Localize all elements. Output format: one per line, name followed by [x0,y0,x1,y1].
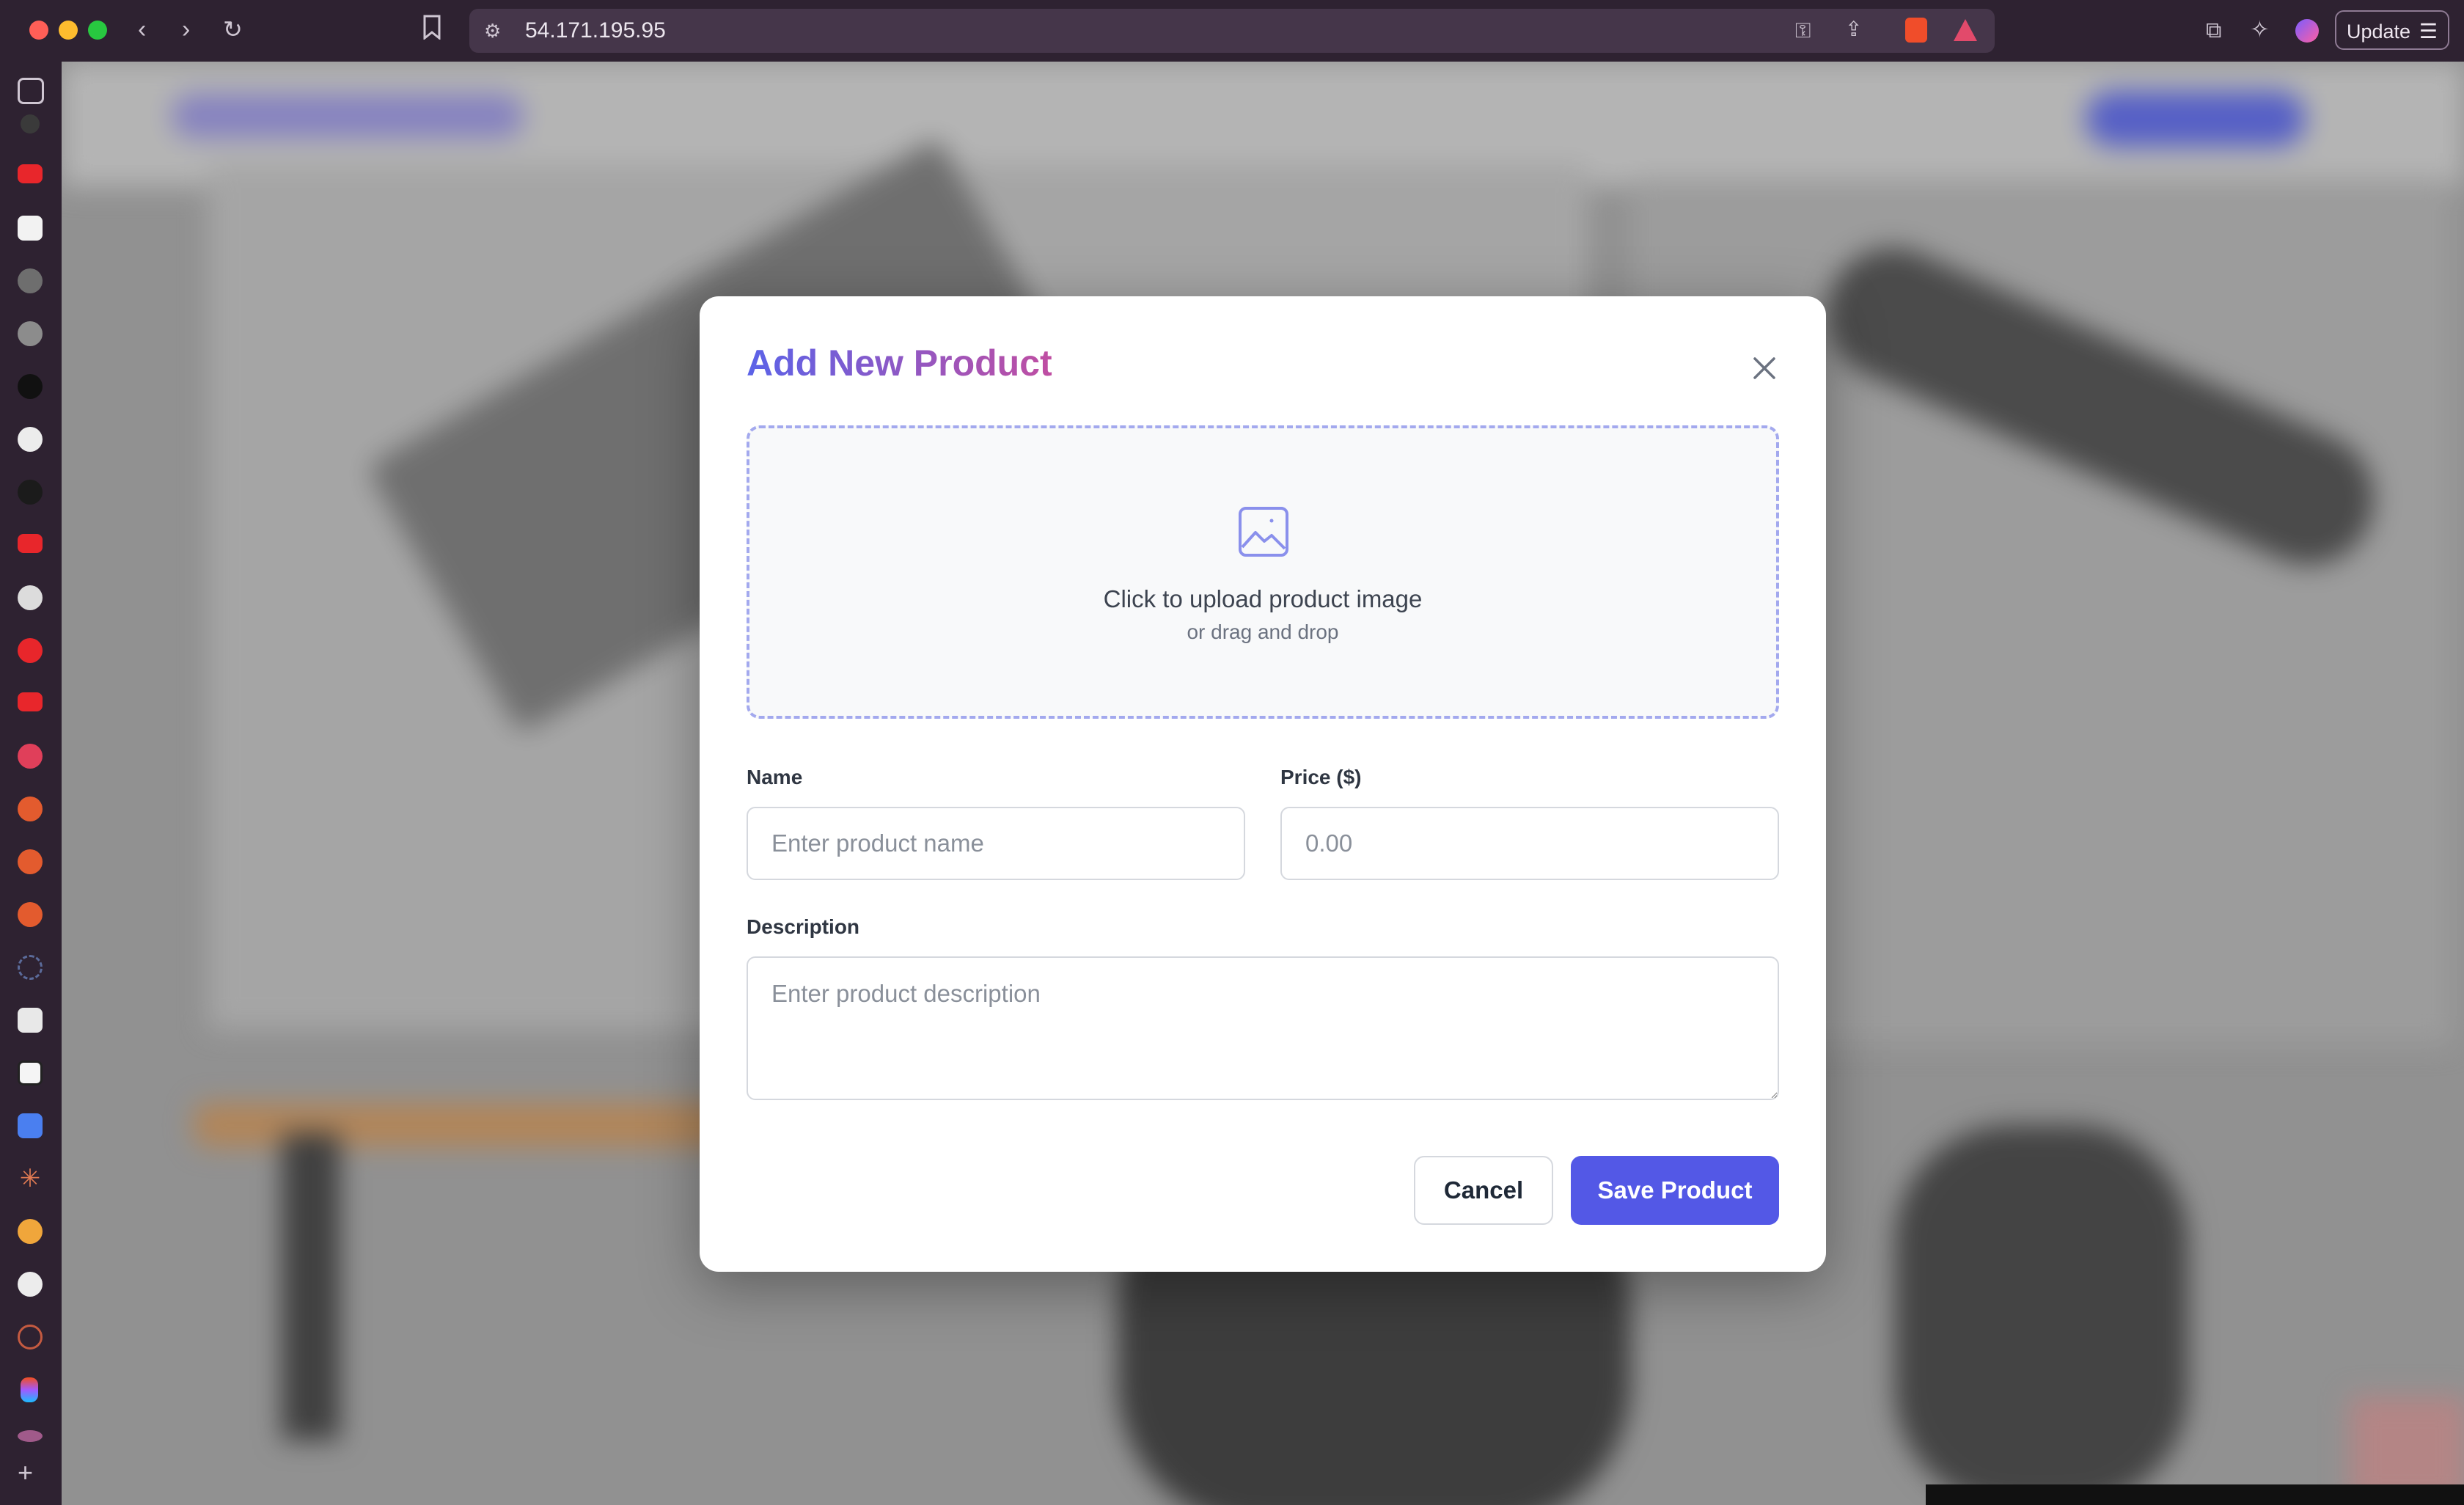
description-label: Description [747,915,860,938]
upload-title: Click to upload product image [1103,585,1423,612]
tab-icon[interactable] [21,114,40,133]
new-tab-icon[interactable]: + [18,1458,33,1487]
brave-shield-icon[interactable] [1905,18,1927,43]
image-upload-dropzone[interactable]: Click to upload product image or drag an… [747,425,1779,719]
globe-icon[interactable] [18,268,43,293]
window-minimize-button[interactable] [59,21,78,40]
tab-icon[interactable] [18,744,43,769]
github-icon[interactable] [18,480,43,505]
site-settings-icon[interactable]: ⚙ [484,16,501,45]
openai-icon[interactable] [18,427,43,452]
status-strip [1926,1484,2464,1505]
tab-icon[interactable] [18,1430,43,1442]
globe-icon[interactable] [18,321,43,346]
description-textarea[interactable] [747,956,1779,1100]
price-label: Price ($) [1280,766,1362,788]
tab-icon[interactable] [18,1325,43,1350]
upload-subtitle: or drag and drop [1187,620,1339,643]
tab-icon[interactable] [18,638,43,663]
bookmark-icon[interactable] [422,15,441,48]
share-icon[interactable]: ⇪ [1845,15,1862,44]
tab-icon[interactable] [18,797,43,821]
price-input[interactable] [1280,807,1779,880]
url-text: 54.171.195.95 [525,18,666,43]
extensions-icon[interactable]: ⧉ [2206,16,2221,45]
youtube-icon[interactable] [18,692,43,711]
forward-icon[interactable]: › [182,15,190,44]
tab-icon[interactable] [18,216,43,241]
docs-icon[interactable] [18,1113,43,1138]
youtube-icon[interactable] [18,164,43,183]
openai-icon[interactable] [18,1272,43,1297]
brave-rewards-icon[interactable] [1954,19,1977,41]
sparkle-icon[interactable]: ✧ [2250,15,2270,44]
menu-icon: ☰ [2419,20,2438,43]
youtube-icon[interactable] [18,534,43,553]
tab-icon[interactable] [18,1219,43,1244]
key-icon[interactable]: ⚿ [1795,16,1811,45]
close-icon [1753,357,1775,379]
image-icon [1239,507,1288,557]
tab-icon[interactable] [18,902,43,927]
update-button-label: Update [2347,21,2411,43]
figma-icon[interactable] [21,1377,38,1402]
window-close-button[interactable] [29,21,48,40]
sidebar-toggle-icon[interactable] [18,78,44,104]
update-button[interactable]: Update ☰ [2335,10,2449,50]
close-button[interactable] [1741,345,1788,392]
add-product-modal: Add New Product Click to upload product … [700,296,1826,1272]
profile-avatar[interactable] [2295,19,2319,43]
window-zoom-button[interactable] [88,21,107,40]
modal-title: Add New Product [747,343,1052,384]
cancel-button[interactable]: Cancel [1414,1156,1553,1225]
name-label: Name [747,766,803,788]
address-bar[interactable]: ⚙ 54.171.195.95 ⚿ ⇪ [469,9,1995,53]
reload-icon[interactable]: ↻ [223,15,243,44]
save-product-button[interactable]: Save Product [1571,1156,1779,1225]
browser-toolbar: ‹ › ↻ ⚙ 54.171.195.95 ⚿ ⇪ ⧉ ✧ Update ☰ [0,0,2464,62]
product-name-input[interactable] [747,807,1245,880]
browser-sidebar: ✳ + [0,62,62,1505]
tab-icon[interactable] [18,849,43,874]
claude-icon[interactable]: ✳ [18,1166,43,1191]
notion-icon[interactable] [18,1061,43,1085]
back-icon[interactable]: ‹ [138,15,146,44]
notion-ai-icon[interactable] [18,374,43,399]
wordpress-icon[interactable] [18,585,43,610]
loading-icon[interactable] [18,955,43,980]
gmail-icon[interactable] [18,1008,43,1033]
